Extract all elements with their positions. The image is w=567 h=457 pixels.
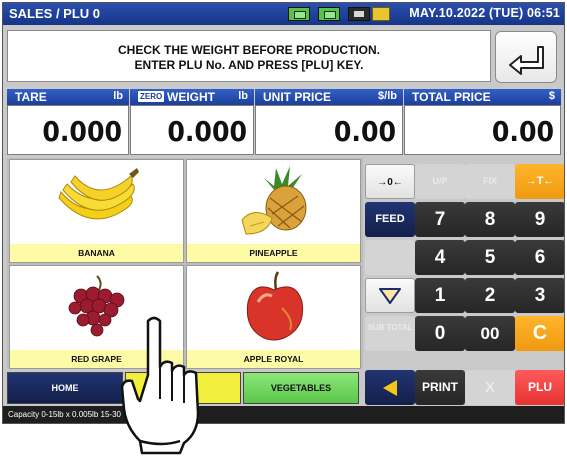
- product-label: PINEAPPLE: [187, 244, 360, 262]
- key-7[interactable]: 7: [415, 202, 465, 237]
- zero-key[interactable]: →0←: [365, 164, 415, 199]
- key-5[interactable]: 5: [465, 240, 515, 275]
- key-2[interactable]: 2: [465, 278, 515, 313]
- product-label: BANANA: [10, 244, 183, 262]
- home-button[interactable]: HOME: [7, 372, 123, 404]
- triangle-down-icon: [379, 288, 401, 304]
- instruction-message: CHECK THE WEIGHT BEFORE PRODUCTION. ENTE…: [7, 30, 491, 82]
- sub-total-key[interactable]: SUB TOTAL: [365, 316, 415, 351]
- key-4[interactable]: 4: [415, 240, 465, 275]
- weight-header: ZERO WEIGHT lb: [130, 89, 254, 105]
- fix-key[interactable]: FIX: [465, 164, 515, 199]
- product-pineapple[interactable]: PINEAPPLE: [186, 159, 361, 263]
- tare-key[interactable]: →T←: [515, 164, 564, 199]
- unit-price-label: UNIT PRICE: [263, 90, 332, 104]
- scale-screen: SALES / PLU 0 MAY.10.2022 (TUE) 06:51 CH…: [2, 2, 565, 424]
- unit-price-unit: $/lb: [378, 90, 397, 102]
- scroll-down-key[interactable]: [365, 278, 415, 313]
- total-price-header: TOTAL PRICE $: [404, 89, 561, 105]
- unit-price-value: 0.00: [255, 105, 403, 155]
- key-3[interactable]: 3: [515, 278, 564, 313]
- apple-icon: [246, 271, 304, 341]
- battery-icon: [348, 7, 370, 21]
- key-8[interactable]: 8: [465, 202, 515, 237]
- key-0[interactable]: 0: [415, 316, 465, 351]
- return-arrow-icon: [509, 46, 544, 75]
- total-price-value: 0.00: [404, 105, 561, 155]
- back-button[interactable]: [495, 31, 557, 83]
- screen-icon: [318, 7, 340, 21]
- tare-label: TARE: [15, 90, 47, 104]
- message-line-1: CHECK THE WEIGHT BEFORE PRODUCTION.: [117, 43, 380, 57]
- status-bar: Capacity 0-15lb x 0.005lb 15-30: [3, 406, 564, 423]
- title-bar: SALES / PLU 0 MAY.10.2022 (TUE) 06:51: [3, 3, 564, 25]
- weight-value: 0.000: [130, 105, 254, 155]
- total-price-label: TOTAL PRICE: [412, 90, 491, 104]
- unit-price-header: UNIT PRICE $/lb: [255, 89, 403, 105]
- display-icon: [288, 7, 310, 21]
- pointing-hand-icon: [120, 316, 200, 455]
- key-1[interactable]: 1: [415, 278, 465, 313]
- banana-icon: [58, 168, 139, 220]
- feed-key[interactable]: FEED: [365, 202, 415, 237]
- product-banana[interactable]: BANANA: [9, 159, 184, 263]
- tare-value: 0.000: [7, 105, 129, 155]
- weight-unit: lb: [238, 90, 248, 102]
- print-key[interactable]: PRINT: [415, 370, 465, 405]
- page-back-key[interactable]: [365, 370, 415, 405]
- pineapple-icon: [241, 166, 307, 235]
- blank-key[interactable]: [365, 240, 415, 275]
- clear-key[interactable]: C: [515, 316, 564, 351]
- tare-unit: lb: [113, 90, 123, 102]
- key-00[interactable]: 00: [465, 316, 515, 351]
- vegetables-button[interactable]: VEGETABLES: [243, 372, 359, 404]
- weight-label: WEIGHT: [167, 90, 215, 104]
- key-9[interactable]: 9: [515, 202, 564, 237]
- triangle-left-icon: [383, 380, 397, 396]
- key-6[interactable]: 6: [515, 240, 564, 275]
- total-price-unit: $: [548, 90, 555, 102]
- x-key[interactable]: X: [465, 370, 515, 405]
- plu-key[interactable]: PLU: [515, 370, 564, 405]
- unit-price-key[interactable]: U/P: [415, 164, 465, 199]
- date-time: MAY.10.2022 (TUE) 06:51: [409, 6, 560, 20]
- tare-header: TARE lb: [7, 89, 129, 105]
- operator-icon: [372, 7, 390, 21]
- zero-badge: ZERO: [138, 91, 165, 102]
- screen-title: SALES / PLU 0: [9, 6, 101, 21]
- message-line-2: ENTER PLU No. AND PRESS [PLU] KEY.: [134, 58, 364, 72]
